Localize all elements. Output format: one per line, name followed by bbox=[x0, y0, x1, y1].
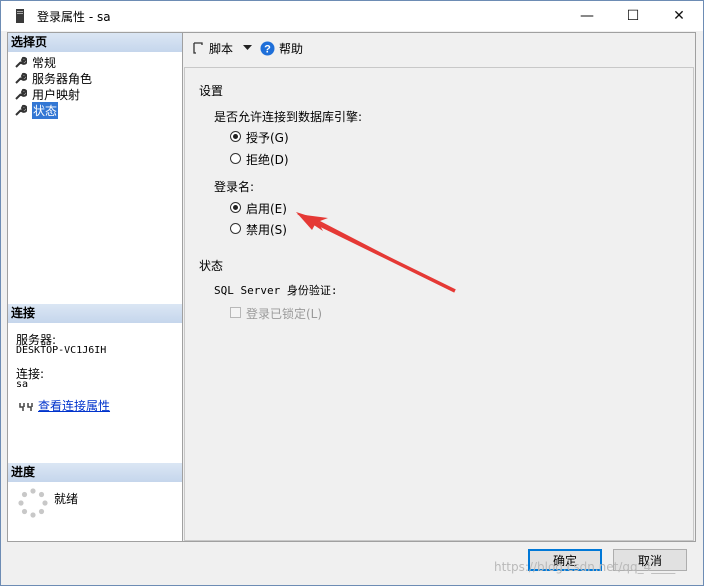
deny-label[interactable]: 拒绝(D) bbox=[246, 151, 289, 168]
script-dropdown-button[interactable] bbox=[243, 40, 252, 56]
script-icon bbox=[193, 42, 203, 54]
nav-item-server-roles[interactable]: 服务器角色 bbox=[14, 70, 92, 86]
wrench-icon bbox=[15, 88, 27, 100]
svg-text:?: ? bbox=[264, 43, 271, 55]
nav-item-user-mapping[interactable]: 用户映射 bbox=[14, 86, 80, 102]
connection-value: sa bbox=[16, 379, 29, 390]
nav-item-general[interactable]: 常规 bbox=[14, 54, 56, 70]
script-label: 脚本 bbox=[209, 41, 234, 56]
nav-item-label: 用户映射 bbox=[32, 87, 81, 102]
progress-status: 就绪 bbox=[54, 492, 79, 506]
enable-label[interactable]: 启用(E) bbox=[246, 200, 287, 217]
status-page-content: 设置 是否允许连接到数据库引擎: 授予(G) 拒绝(D) 登录名: 启用(E) … bbox=[184, 67, 694, 541]
deny-radio[interactable] bbox=[230, 153, 241, 164]
script-button[interactable]: 脚本 bbox=[191, 40, 233, 56]
wrench-icon bbox=[15, 104, 27, 116]
right-pane: 脚本 ? 帮助 设置 是否允许连接到数据库引擎: 授予(G) 拒绝(D) 登录名… bbox=[183, 32, 696, 542]
server-icon bbox=[16, 9, 24, 23]
minimize-button[interactable]: — bbox=[564, 1, 610, 31]
disable-radio[interactable] bbox=[230, 223, 241, 234]
help-button[interactable]: ? 帮助 bbox=[260, 40, 303, 56]
connection-header: 连接 bbox=[8, 304, 182, 323]
grant-label[interactable]: 授予(G) bbox=[246, 129, 289, 146]
nav-item-label: 服务器角色 bbox=[32, 71, 93, 86]
nav-item-label: 状态 bbox=[32, 101, 59, 119]
nav-item-status[interactable]: 状态 bbox=[14, 101, 59, 119]
enable-radio[interactable] bbox=[230, 202, 241, 213]
select-page-header: 选择页 bbox=[8, 33, 182, 52]
toolbar: 脚本 ? 帮助 bbox=[183, 33, 695, 63]
wrench-icon bbox=[15, 72, 27, 84]
close-button[interactable]: ✕ bbox=[656, 1, 702, 31]
window-title: 登录属性 - sa bbox=[37, 10, 111, 24]
view-connection-properties-link[interactable]: 查看连接属性 bbox=[38, 397, 110, 414]
status-section-label: 状态 bbox=[199, 259, 224, 273]
disable-label[interactable]: 禁用(S) bbox=[246, 221, 287, 238]
login-locked-label: 登录已锁定(L) bbox=[246, 307, 323, 321]
wrench-icon bbox=[15, 56, 27, 68]
maximize-button[interactable]: ☐ bbox=[610, 1, 656, 31]
progress-spinner-icon bbox=[18, 488, 48, 518]
chevron-down-icon bbox=[243, 45, 252, 50]
help-icon: ? bbox=[260, 41, 275, 55]
login-label: 登录名: bbox=[214, 180, 255, 194]
help-label: 帮助 bbox=[279, 41, 304, 56]
watermark: https://blog.csdn.net/qq_4____ bbox=[494, 560, 676, 574]
grant-radio[interactable] bbox=[230, 131, 241, 142]
nav-item-label: 常规 bbox=[32, 55, 57, 70]
settings-section-label: 设置 bbox=[199, 84, 224, 98]
server-value: DESKTOP-VC1J6IH bbox=[16, 345, 107, 356]
progress-header: 进度 bbox=[8, 463, 182, 482]
login-locked-checkbox[interactable] bbox=[230, 307, 241, 318]
left-pane: 选择页 常规 服务器角色 用户映射 状态 连接 服务器: DESKTOP-VC1… bbox=[7, 32, 183, 542]
sql-auth-label: SQL Server 身份验证: bbox=[214, 284, 338, 297]
connection-properties-icon bbox=[19, 403, 33, 411]
title-bar[interactable]: 登录属性 - sa — ☐ ✕ bbox=[1, 1, 703, 31]
permission-question-label: 是否允许连接到数据库引擎: bbox=[214, 110, 363, 124]
